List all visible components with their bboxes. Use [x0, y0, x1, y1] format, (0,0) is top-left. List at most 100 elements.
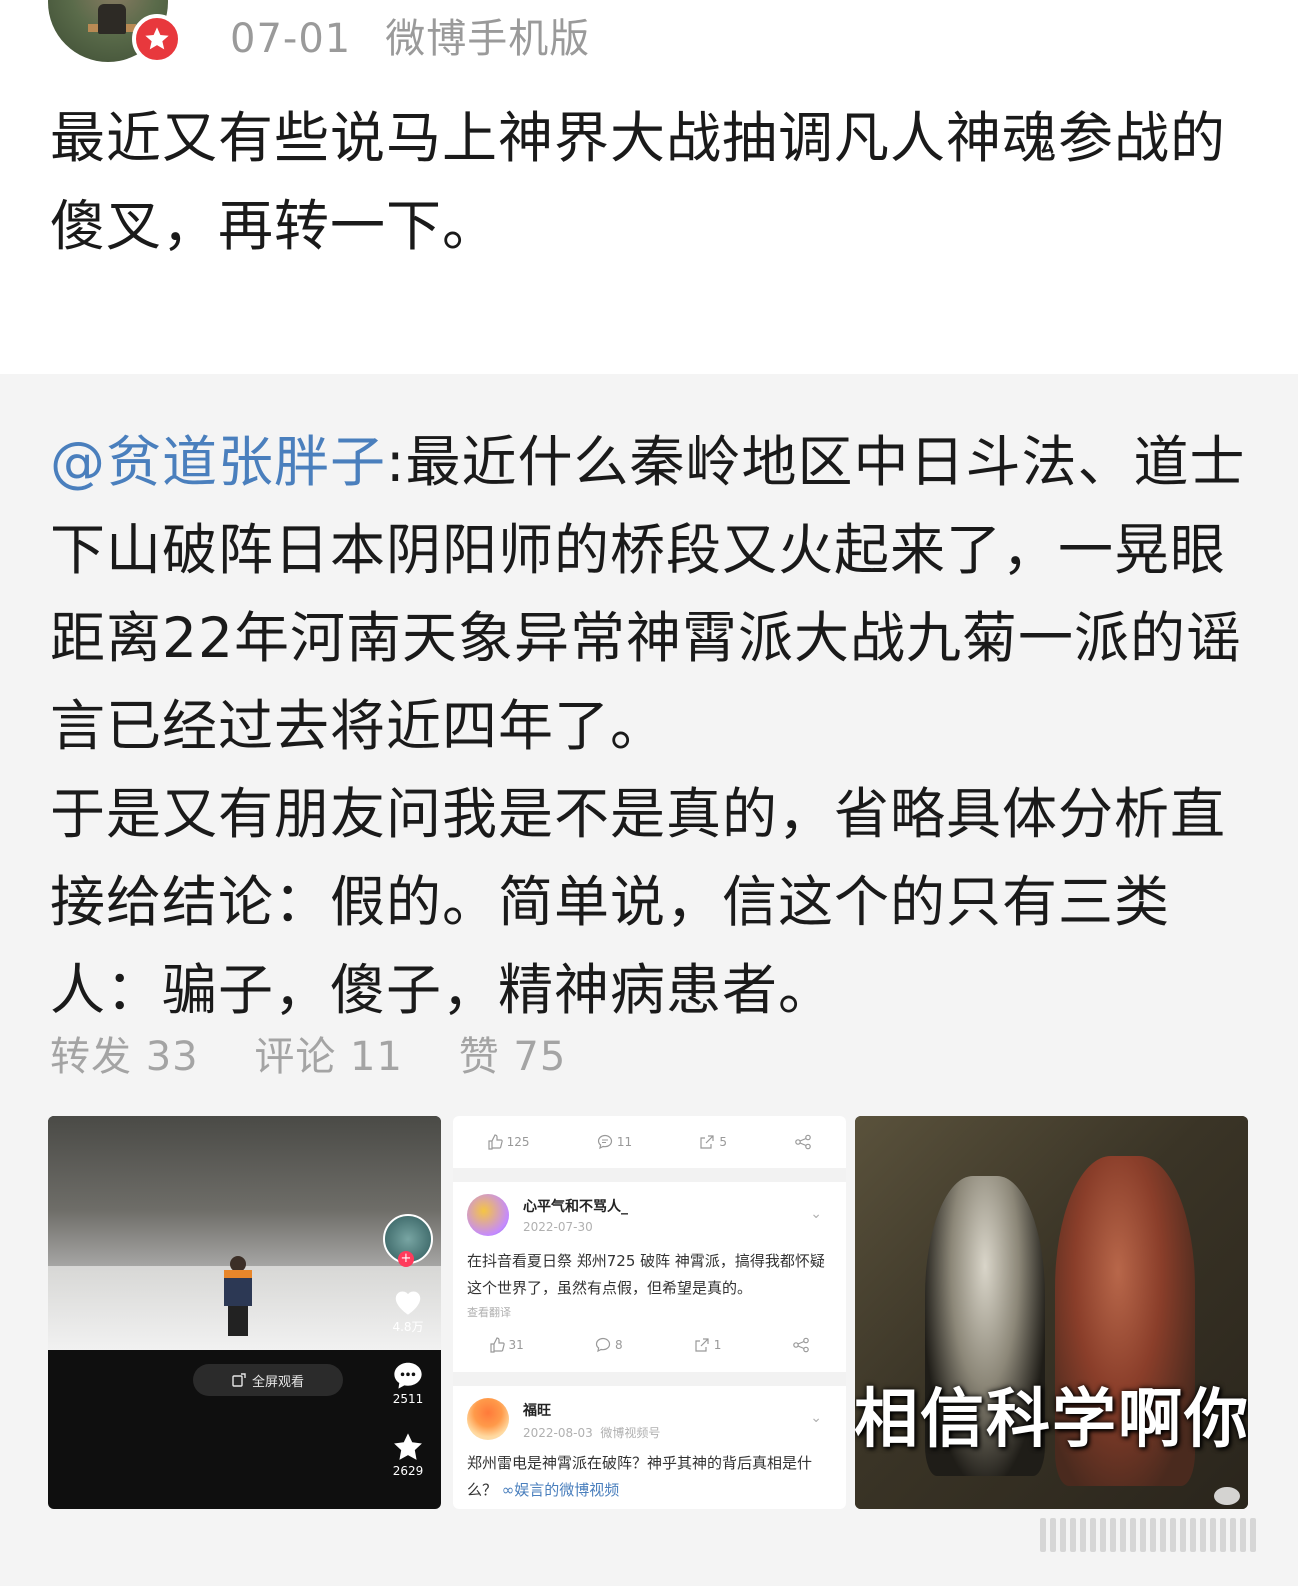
video-comment-count: 2511	[392, 1392, 424, 1406]
watermark-bar	[1130, 1518, 1136, 1552]
image-video-screenshot[interactable]: + 4.8万 全屏观看 2511 2629	[48, 1116, 441, 1509]
comment-date-2-value: 2022-08-03	[523, 1426, 593, 1440]
translate-link[interactable]: 查看翻译	[467, 1304, 511, 1320]
watermark-bar	[1210, 1518, 1216, 1552]
image-meme[interactable]: 相信科学啊你	[855, 1116, 1248, 1509]
comment-count[interactable]: 评论 11	[254, 1034, 403, 1080]
person-figure	[218, 1256, 258, 1336]
c1-like[interactable]: 31	[489, 1337, 524, 1353]
watermark-bar	[1160, 1518, 1166, 1552]
bar-share-count: 5	[719, 1135, 728, 1149]
video-comment[interactable]: 2511	[384, 1360, 432, 1406]
c1-more[interactable]	[792, 1337, 810, 1353]
repost-line-2: 下山破阵日本阴阳师的桥段又火起来了，一晃眼	[50, 518, 1227, 582]
video-like[interactable]: 4.8万	[384, 1286, 432, 1335]
repost-line-5: 于是又有朋友问我是不是真的，省略具体分析直	[50, 782, 1227, 846]
watermark-bar	[1040, 1518, 1046, 1552]
person-legs	[228, 1306, 248, 1336]
commenter-name-2[interactable]: 福旺	[523, 1400, 551, 1420]
watermark-bar	[1250, 1518, 1256, 1552]
bar-like-count: 125	[506, 1135, 530, 1149]
comment-card-2[interactable]: 福旺 2022-08-03 微博视频号 ⌄ 郑州雷电是神霄派在破阵？神乎其神的背…	[453, 1386, 846, 1509]
watermark-bar	[1100, 1518, 1106, 1552]
avatar-figure	[98, 4, 126, 34]
bar-comment-count: 11	[616, 1135, 633, 1149]
repost-line-7: 人：骗子，傻子，精神病患者。	[50, 958, 835, 1022]
star-icon	[394, 1433, 422, 1460]
mention-link[interactable]: @贫道张胖子	[50, 430, 386, 494]
bar-share[interactable]: 5	[699, 1134, 727, 1150]
watermark-bar	[1240, 1518, 1246, 1552]
comment-date-1: 2022-07-30	[523, 1220, 593, 1234]
c1-comment[interactable]: 8	[595, 1337, 623, 1353]
video-favorite[interactable]: 2629	[384, 1432, 432, 1478]
share-nodes-icon	[793, 1337, 810, 1353]
repost-text: @贫道张胖子:最近什么秦岭地区中日斗法、道士 下山破阵日本阴阳师的桥段又火起来了…	[50, 418, 1250, 1034]
video-favorite-count: 2629	[392, 1464, 424, 1478]
repost-line-1: 最近什么秦岭地区中日斗法、道士	[405, 430, 1246, 494]
share-icon	[700, 1135, 714, 1149]
watermark-bar	[1190, 1518, 1196, 1552]
repost-line-6: 接给结论：假的。简单说，信这个的只有三类	[50, 870, 1171, 934]
watermark-bar	[1170, 1518, 1176, 1552]
comment-card-1[interactable]: 心平气和不骂人_ 2022-07-30 ⌄ 在抖音看夏日祭 郑州725 破阵 神…	[453, 1182, 846, 1372]
post-header: 07-01 微博手机版	[0, 0, 1312, 64]
verified-star-icon	[132, 14, 182, 64]
weibo-logo-icon	[1214, 1487, 1240, 1505]
thumb-up-icon	[488, 1134, 503, 1150]
c1-comment-count: 8	[614, 1338, 623, 1352]
watermark-bar	[1070, 1518, 1076, 1552]
c1-like-count: 31	[508, 1338, 524, 1352]
heart-icon	[395, 1291, 421, 1315]
link-icon: ∞	[501, 1481, 515, 1499]
c1-share-count: 1	[713, 1338, 722, 1352]
commenter-avatar-1[interactable]	[467, 1194, 509, 1236]
watermark-bar	[1150, 1518, 1156, 1552]
chevron-down-icon[interactable]: ⌄	[810, 1410, 822, 1426]
meme-caption: 相信科学啊你	[855, 1383, 1248, 1457]
watermark-bar	[1110, 1518, 1116, 1552]
commenter-name-1[interactable]: 心平气和不骂人_	[523, 1196, 628, 1216]
c1-share[interactable]: 1	[694, 1337, 722, 1353]
comment-action-bar: 125 11 5	[453, 1116, 846, 1168]
image-comments-screenshot[interactable]: 125 11 5 心平气和不骂人_ 2022-07-30 ⌄ 在抖音看夏日祭 郑…	[453, 1116, 846, 1509]
watermark-bar	[1080, 1518, 1086, 1552]
post-date: 07-01	[230, 16, 352, 62]
comment-text-2: 郑州雷电是神霄派在破阵？神乎其神的背后真相是什么？ ∞娱言的微博视频	[467, 1450, 837, 1504]
bar-comment[interactable]: 11	[597, 1134, 632, 1150]
comment-text-1: 在抖音看夏日祭 郑州725 破阵 神霄派，搞得我都怀疑这个世界了，虽然有点假，但…	[467, 1252, 825, 1297]
share-icon	[695, 1338, 709, 1352]
repost-card[interactable]: @贫道张胖子:最近什么秦岭地区中日斗法、道士 下山破阵日本阴阳师的桥段又火起来了…	[0, 374, 1298, 1586]
watermark-bar	[1230, 1518, 1236, 1552]
post-text: 最近又有些说马上神界大战抽调凡人神魂参战的傻叉，再转一下。	[50, 106, 1227, 258]
comment-bubble-icon	[394, 1362, 422, 1389]
repost-stats: 转发 33 评论 11 赞 75	[50, 1024, 608, 1082]
comment-1-action-bar: 31 8 1	[453, 1320, 846, 1370]
fullscreen-button[interactable]: 全屏观看	[193, 1364, 343, 1396]
repost-count[interactable]: 转发 33	[50, 1034, 199, 1080]
repost-line-4: 言已经过去将近四年了。	[50, 694, 667, 758]
follow-plus-icon[interactable]: +	[398, 1251, 414, 1267]
bar-like[interactable]: 125	[487, 1134, 530, 1150]
comment-icon	[597, 1134, 612, 1150]
video-link[interactable]: 娱言的微博视频	[514, 1481, 619, 1499]
repost-line-3: 距离22年河南天象异常神霄派大战九菊一派的谣	[50, 606, 1242, 670]
watermark-bar	[1220, 1518, 1226, 1552]
mention-separator: :	[386, 430, 406, 494]
bar-more[interactable]	[794, 1134, 812, 1150]
commenter-avatar-2[interactable]	[467, 1398, 509, 1440]
watermark-bar	[1180, 1518, 1186, 1552]
watermark-bar	[1090, 1518, 1096, 1552]
fullscreen-label: 全屏观看	[251, 1374, 304, 1390]
chevron-down-icon[interactable]: ⌄	[810, 1206, 822, 1222]
like-count[interactable]: 赞 75	[459, 1034, 567, 1080]
comment-date-2: 2022-08-03 微博视频号	[523, 1424, 660, 1441]
post-source[interactable]: 微博手机版	[385, 16, 590, 62]
share-nodes-icon	[795, 1134, 812, 1150]
watermark-bar	[1060, 1518, 1066, 1552]
comment-icon	[595, 1337, 611, 1353]
thumb-up-icon	[489, 1337, 505, 1353]
comment-source-2: 微博视频号	[600, 1426, 661, 1440]
watermark-bar	[1200, 1518, 1206, 1552]
person-body	[224, 1270, 252, 1306]
